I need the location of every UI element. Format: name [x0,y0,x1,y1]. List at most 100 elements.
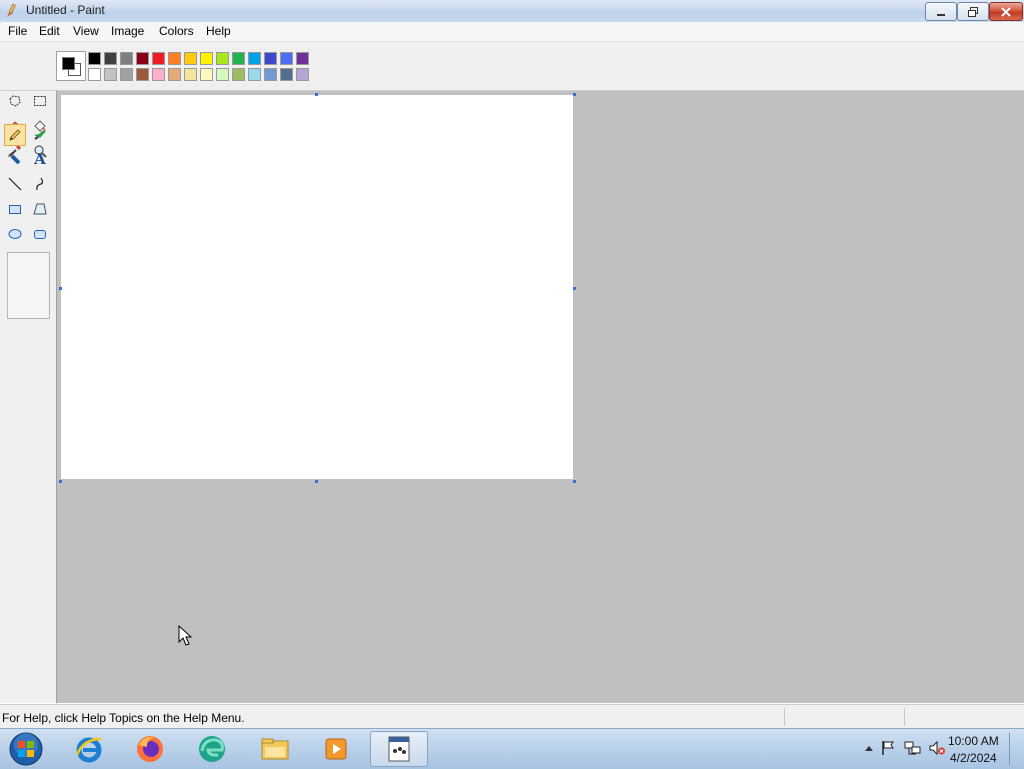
color-swatch[interactable] [152,52,165,65]
menu-edit[interactable]: Edit [37,24,62,38]
resize-handle-bottom-left [59,480,62,483]
curve-icon [36,177,44,191]
color-swatch[interactable] [120,52,133,65]
tool-options-box[interactable] [7,252,50,319]
window-title: Untitled - Paint [26,3,105,17]
color-swatch[interactable] [248,68,261,81]
brush-tool[interactable] [29,124,51,146]
free-select-tool[interactable] [4,90,26,112]
text-tool[interactable]: A [29,148,51,170]
clock-time[interactable]: 10:00 AM [948,734,999,748]
line-icon [8,177,22,191]
airbrush-icon [8,152,21,165]
color-swatch[interactable] [296,52,309,65]
resize-handle-bottom-right[interactable] [573,480,576,483]
color-swatch[interactable] [264,52,277,65]
status-help-text: For Help, click Help Topics on the Help … [2,711,245,725]
color-swatch[interactable] [184,52,197,65]
brush-icon [34,131,46,140]
edge-icon [199,736,225,762]
menu-colors[interactable]: Colors [157,24,196,38]
show-desktop-button[interactable] [1009,733,1020,765]
color-swatch[interactable] [88,52,101,65]
color-swatch[interactable] [200,68,213,81]
clock-date[interactable]: 4/2/2024 [950,751,997,765]
airbrush-tool[interactable] [4,148,26,170]
color-swatch[interactable] [216,68,229,81]
taskbar-explorer[interactable] [252,731,298,767]
line-tool[interactable] [4,173,26,195]
resize-handle-top [315,93,318,96]
rectangle-icon [9,205,21,214]
color-swatch[interactable] [264,68,277,81]
taskbar-paint[interactable] [370,731,428,767]
title-bar: Untitled - Paint [0,0,1024,23]
taskbar-media-player[interactable] [313,731,359,767]
menu-file[interactable]: File [6,24,29,38]
color-swatch[interactable] [280,68,293,81]
canvas-workspace[interactable] [57,91,1024,703]
color-swatch[interactable] [168,68,181,81]
drawing-canvas[interactable] [61,95,573,479]
color-swatch[interactable] [104,52,117,65]
close-button[interactable] [989,2,1023,21]
free-select-icon [9,95,21,107]
color-swatch[interactable] [88,68,101,81]
current-colors[interactable] [56,51,86,81]
taskbar-edge[interactable] [189,731,235,767]
menu-help[interactable]: Help [204,24,233,38]
color-swatch[interactable] [296,68,309,81]
action-center-flag-icon[interactable] [880,740,896,756]
network-icon[interactable] [904,740,922,756]
text-icon: A [34,150,46,168]
color-swatch[interactable] [232,68,245,81]
rounded-rectangle-tool[interactable] [29,223,51,245]
curve-tool[interactable] [29,173,51,195]
color-swatch[interactable] [120,68,133,81]
rect-select-icon [34,96,46,106]
menu-view[interactable]: View [71,24,101,38]
color-swatch[interactable] [200,52,213,65]
menu-bar: File Edit View Image Colors Help [0,22,1024,42]
restore-button[interactable] [957,2,989,21]
resize-handle-left [59,287,62,290]
color-swatch[interactable] [280,52,293,65]
color-swatch[interactable] [232,52,245,65]
pencil-icon [9,129,21,141]
color-swatch[interactable] [168,52,181,65]
pencil-tool[interactable] [4,124,26,146]
paint-app-icon[interactable] [4,3,20,19]
ellipse-icon [8,229,22,239]
resize-handle-right[interactable] [573,287,576,290]
color-swatch[interactable] [216,52,229,65]
tray-expand-icon[interactable] [864,744,874,752]
color-swatch[interactable] [136,52,149,65]
taskbar-firefox[interactable] [127,731,173,767]
firefox-icon [137,736,163,762]
color-swatch[interactable] [248,52,261,65]
minimize-button[interactable] [925,2,957,21]
close-icon [1001,6,1011,17]
start-button[interactable] [3,731,49,767]
minimize-icon [937,13,945,16]
file-explorer-icon [261,738,289,760]
polygon-tool[interactable] [29,198,51,220]
volume-muted-icon[interactable] [928,740,946,756]
rect-select-tool[interactable] [29,90,51,112]
status-separator [784,708,785,726]
color-swatch[interactable] [136,68,149,81]
resize-handle-bottom[interactable] [315,480,318,483]
start-orb-icon [9,732,43,766]
paint-task-icon [388,736,410,762]
color-swatch[interactable] [104,68,117,81]
taskbar: 10:00 AM 4/2/2024 [0,728,1024,769]
ellipse-tool[interactable] [4,223,26,245]
foreground-color-box[interactable] [62,57,75,70]
color-swatch[interactable] [152,68,165,81]
mouse-cursor-icon [178,625,193,646]
taskbar-ie[interactable] [66,731,112,767]
menu-image[interactable]: Image [109,24,146,38]
color-swatch[interactable] [184,68,197,81]
color-palette-bar [0,42,1024,91]
rectangle-tool[interactable] [4,198,26,220]
